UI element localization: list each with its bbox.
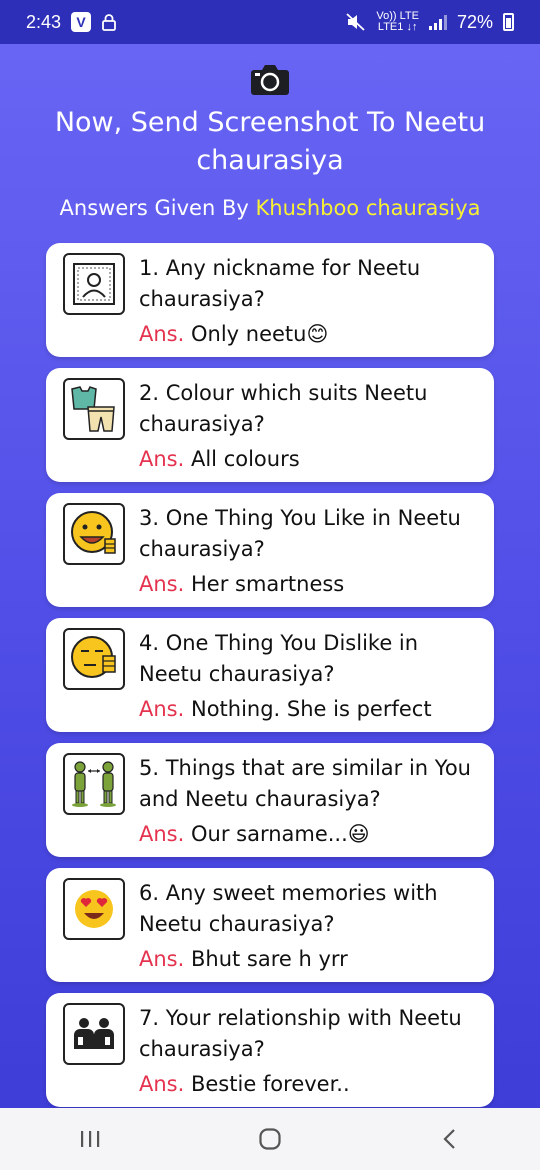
answerer-name: Khushboo chaurasiya [255,196,481,220]
ans-label: Ans. [139,322,185,346]
ans-label: Ans. [139,1072,185,1096]
qa-card-1: 1. Any nickname for Neetu chaurasiya? An… [46,243,494,357]
portrait-frame-icon [63,253,125,315]
answer-text: Nothing. She is perfect [190,697,432,721]
answers-prefix: Answers Given By [59,196,249,220]
page-title: Now, Send Screenshot To Neetu chaurasiya [54,107,486,176]
thumbs-down-smiley-icon [63,628,125,690]
question-text: 2. Colour which suits Neetu chaurasiya? [139,381,428,436]
answers-by-line: Answers Given By Khushboo chaurasiya [20,196,520,220]
home-button[interactable] [250,1119,290,1159]
answer-text: Our sarname...😃 [190,822,370,846]
qa-card-7: 7. Your relationship with Neetu chaurasi… [46,993,494,1107]
ans-label: Ans. [139,822,185,846]
signal-icon [428,14,447,30]
battery-percent: 72% [456,11,493,32]
question-text: 1. Any nickname for Neetu chaurasiya? [139,256,421,311]
v-app-icon: V [71,12,92,32]
answer-text: Bestie forever.. [190,1072,350,1096]
back-icon [443,1129,455,1149]
qa-card-3: 3. One Thing You Like in Neetu chaurasiy… [46,493,494,607]
answer-line: Ans. Her smartness [139,569,479,600]
ans-label: Ans. [139,697,185,721]
network-bottom-label: LTE1 ↓↑ [377,21,418,33]
back-button[interactable] [430,1119,470,1159]
qa-card-2: 2. Colour which suits Neetu chaurasiya? … [46,368,494,482]
camera-icon[interactable] [250,62,290,96]
answer-text: Her smartness [190,572,345,596]
answer-text: Only neetu😊 [190,322,329,346]
mute-icon [346,13,365,31]
answer-text: All colours [190,447,300,471]
ans-label: Ans. [139,572,185,596]
question-text: 4. One Thing You Dislike in Neetu chaura… [139,631,419,686]
answer-line: Ans. Our sarname...😃 [139,819,479,850]
qa-card-5: 5. Things that are similar in You and Ne… [46,743,494,857]
navigation-bar [0,1108,540,1170]
answer-line: Ans. Only neetu😊 [139,319,479,350]
lock-icon [102,14,116,31]
status-time: 2:43 [26,11,62,32]
status-bar: 2:43 V Vo)) LTE LTE1 ↓↑ 72% [0,0,540,44]
qa-card-6: 6. Any sweet memories with Neetu chauras… [46,868,494,982]
heart-eyes-smiley-icon [63,878,125,940]
answer-line: Ans. All colours [139,444,479,475]
two-people-compare-icon [63,753,125,815]
question-text: 3. One Thing You Like in Neetu chaurasiy… [139,506,461,561]
recents-icon [81,1131,100,1147]
status-right: Vo)) LTE LTE1 ↓↑ 72% [346,11,514,33]
question-text: 7. Your relationship with Neetu chaurasi… [139,1006,462,1061]
recents-button[interactable] [70,1119,110,1159]
ans-label: Ans. [139,447,185,471]
answer-line: Ans. Bhut sare h yrr [139,944,479,975]
answer-line: Ans. Bestie forever.. [139,1069,479,1100]
ans-label: Ans. [139,947,185,971]
home-icon [259,1128,281,1150]
thumbs-up-smiley-icon [63,503,125,565]
battery-icon [503,13,514,31]
qa-card-4: 4. One Thing You Dislike in Neetu chaura… [46,618,494,732]
question-text: 5. Things that are similar in You and Ne… [139,756,471,811]
answer-line: Ans. Nothing. She is perfect [139,694,479,725]
answer-text: Bhut sare h yrr [190,947,348,971]
couple-icon [63,1003,125,1065]
status-left: 2:43 V [26,12,117,33]
clothes-icon [63,378,125,440]
question-text: 6. Any sweet memories with Neetu chauras… [139,881,438,936]
network-indicator: Vo)) LTE LTE1 ↓↑ [376,11,419,33]
